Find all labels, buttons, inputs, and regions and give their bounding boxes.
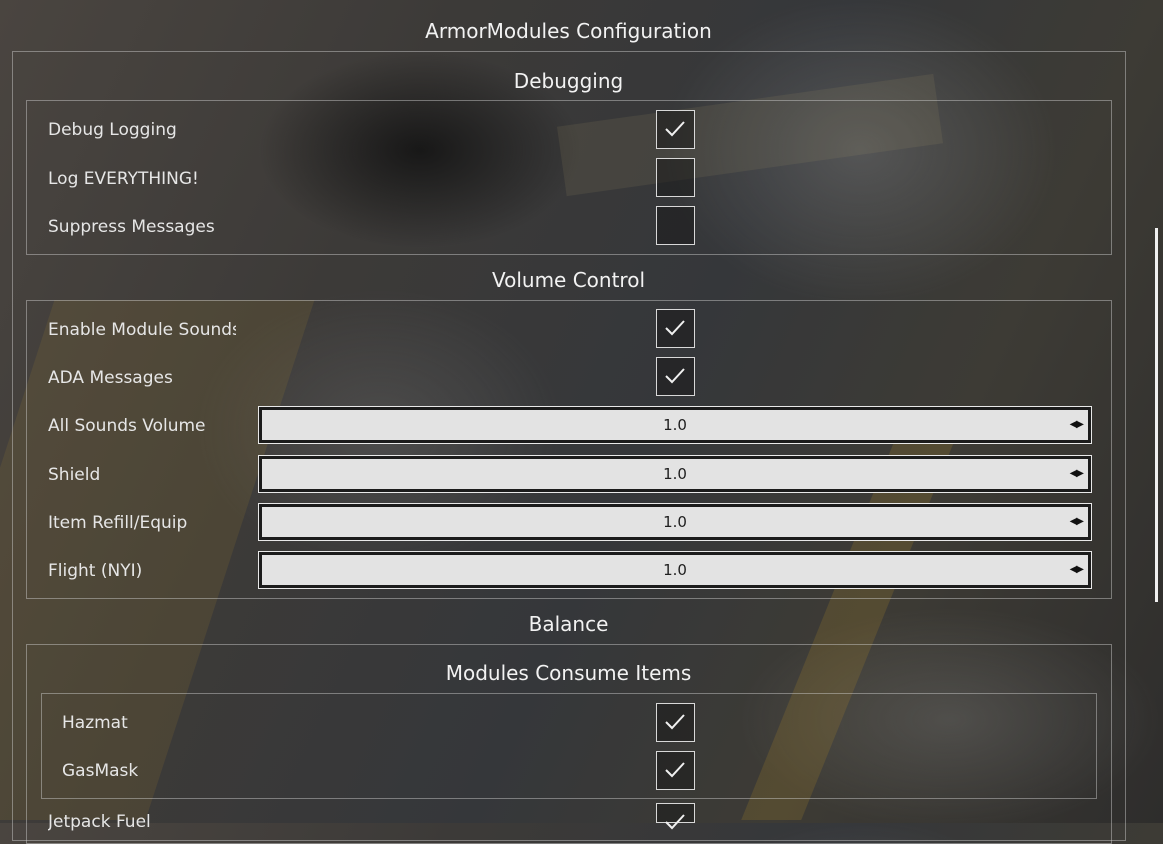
section-title-balance: Balance [528, 612, 609, 636]
left-right-arrows-icon: ◀▶ [1069, 564, 1084, 575]
section-title-volume-control: Volume Control [491, 268, 646, 292]
jetpack-fuel-checkbox[interactable] [656, 803, 695, 830]
enable-module-sounds-checkbox[interactable] [656, 309, 695, 348]
shield-volume-slider[interactable]: 1.0 ◀▶ [258, 455, 1092, 493]
shield-volume-value: 1.0 [663, 465, 687, 483]
suppress-messages-label: Suppress Messages [48, 217, 215, 237]
check-icon [665, 320, 685, 336]
scrollbar[interactable] [1155, 228, 1158, 602]
all-sounds-volume-slider[interactable]: 1.0 ◀▶ [258, 406, 1092, 444]
section-title-modules-consume-items: Modules Consume Items [445, 661, 692, 685]
window-title: ArmorModules Configuration [425, 19, 712, 43]
check-icon [665, 762, 685, 778]
check-icon [665, 368, 685, 384]
all-sounds-volume-value: 1.0 [663, 416, 687, 434]
left-right-arrows-icon: ◀▶ [1069, 419, 1084, 430]
left-right-arrows-icon: ◀▶ [1069, 468, 1084, 479]
slider-value: 1.0 ◀▶ [262, 507, 1088, 537]
shield-volume-label: Shield [48, 465, 101, 485]
flight-volume-value: 1.0 [663, 561, 687, 579]
hazmat-label: Hazmat [62, 713, 128, 733]
item-refill-volume-label: Item Refill/Equip [48, 513, 188, 533]
debug-logging-label: Debug Logging [48, 120, 177, 140]
enable-module-sounds-label: Enable Module Sounds [48, 320, 236, 340]
ada-messages-label: ADA Messages [48, 368, 173, 388]
check-icon [665, 814, 685, 830]
slider-value: 1.0 ◀▶ [262, 410, 1088, 440]
modules-consume-items-group [41, 693, 1097, 799]
jetpack-fuel-label: Jetpack Fuel [48, 812, 151, 832]
flight-volume-label: Flight (NYI) [48, 561, 143, 581]
hazmat-checkbox[interactable] [656, 703, 695, 742]
item-refill-volume-value: 1.0 [663, 513, 687, 531]
suppress-messages-checkbox[interactable] [656, 206, 695, 245]
check-icon [665, 121, 685, 137]
left-right-arrows-icon: ◀▶ [1069, 516, 1084, 527]
section-title-debugging: Debugging [513, 69, 624, 93]
check-icon [665, 714, 685, 730]
slider-value: 1.0 ◀▶ [262, 459, 1088, 489]
item-refill-volume-slider[interactable]: 1.0 ◀▶ [258, 503, 1092, 541]
slider-value: 1.0 ◀▶ [262, 555, 1088, 585]
gasmask-label: GasMask [62, 761, 139, 781]
gasmask-checkbox[interactable] [656, 751, 695, 790]
flight-volume-slider[interactable]: 1.0 ◀▶ [258, 551, 1092, 589]
log-everything-label: Log EVERYTHING! [48, 169, 199, 189]
log-everything-checkbox[interactable] [656, 158, 695, 197]
ada-messages-checkbox[interactable] [656, 357, 695, 396]
debug-logging-checkbox[interactable] [656, 110, 695, 149]
all-sounds-volume-label: All Sounds Volume [48, 416, 206, 436]
